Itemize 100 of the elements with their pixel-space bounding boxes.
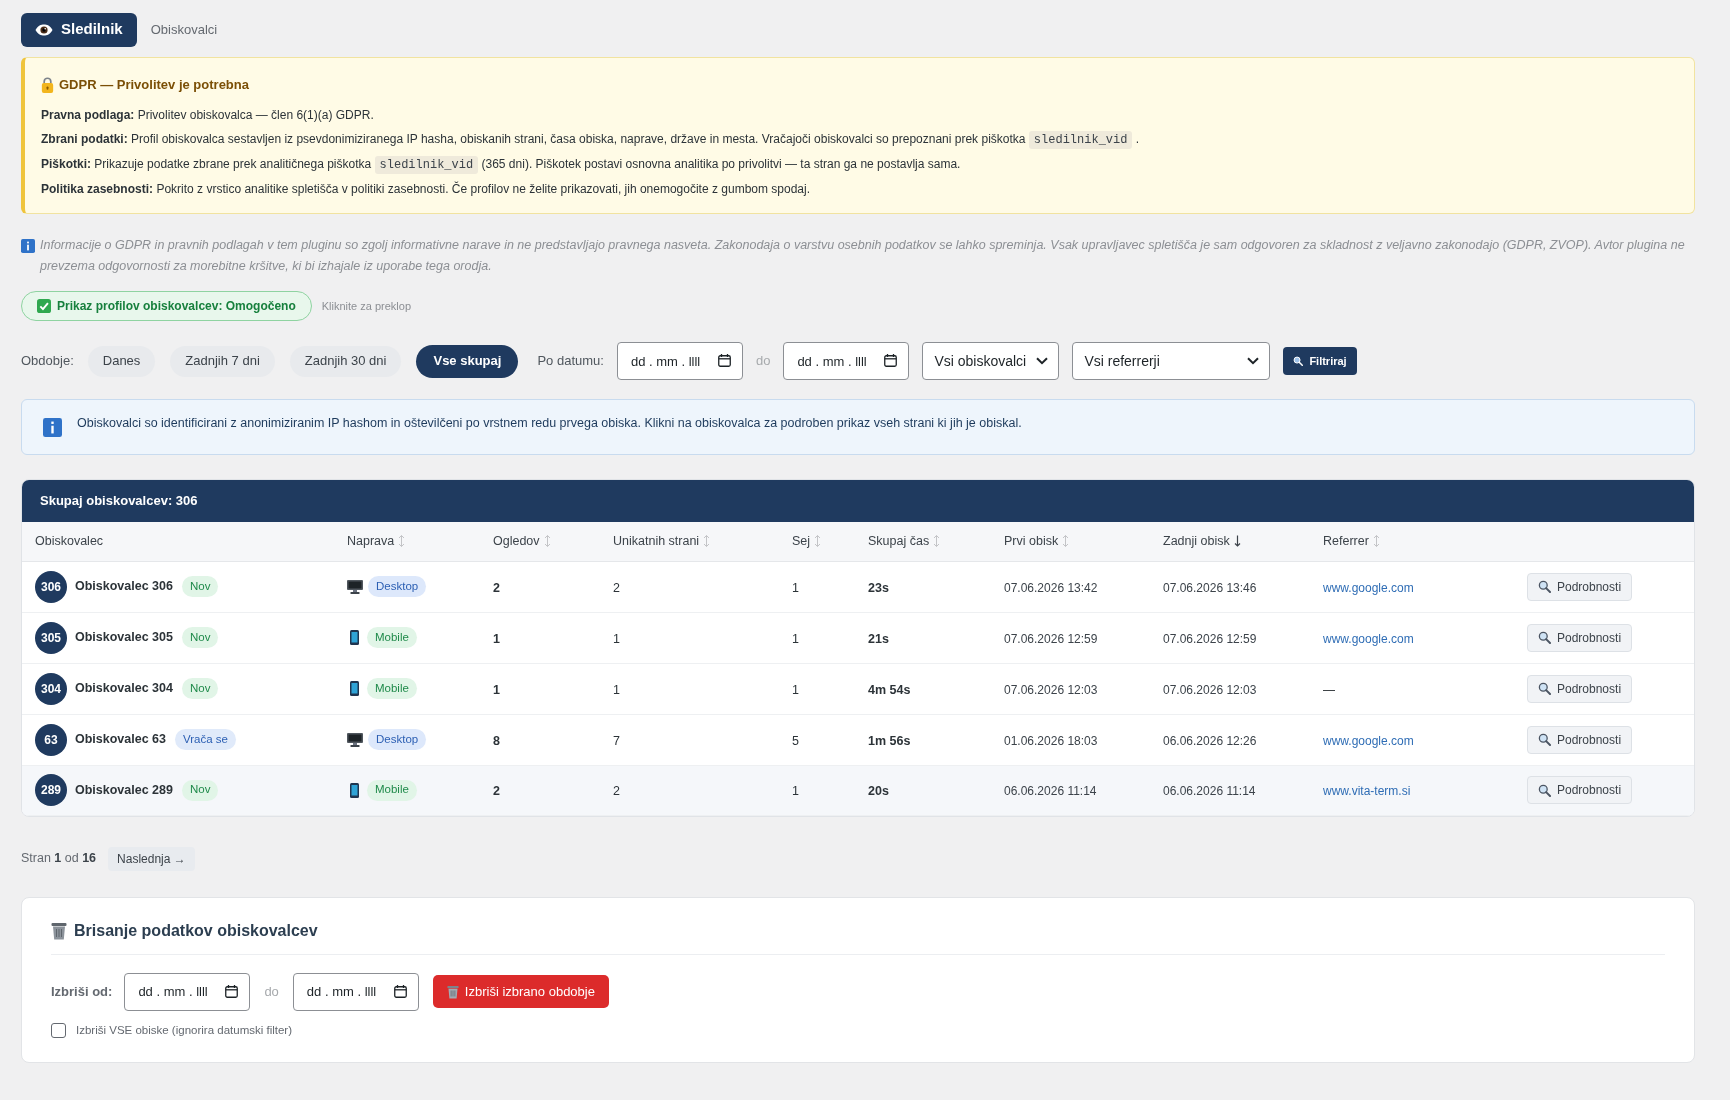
visitor-name[interactable]: Obiskovalec 304 bbox=[75, 679, 173, 698]
date-from-field[interactable]: dd . mm . llll bbox=[616, 342, 743, 380]
visitor-name[interactable]: Obiskovalec 306 bbox=[75, 577, 173, 596]
views-count: 2 bbox=[493, 784, 500, 798]
unique-pages-count: 2 bbox=[613, 580, 620, 595]
column-header[interactable]: Zadnji obisk bbox=[1163, 531, 1230, 551]
phone-icon bbox=[350, 630, 359, 645]
status-badge: Nov bbox=[182, 627, 219, 648]
table-row[interactable]: 63 Obiskovalec 63 Vrača se Desktop 8 7 5 1m 56s 01.06.2026 18:03 06.06.2026 12:26 www.google.com Podrobnosti bbox=[22, 714, 1694, 765]
referrer-link[interactable]: www.google.com bbox=[1323, 733, 1414, 748]
search-icon bbox=[1293, 356, 1304, 366]
eye-icon bbox=[35, 23, 53, 36]
calendar-icon bbox=[884, 354, 898, 367]
period-button[interactable]: Zadnjih 30 dni bbox=[289, 345, 402, 377]
disclaimer-text: Informacije o GDPR in pravnih podlagah v tem pluginu so zgolj informativne narave in ne predstavljajo pravnega nasveta. Zakonodaja o varstvu osebnih podatkov se lahko spreminja. Vsak upravljavec spletišča je sam odgovoren za skladnost z veljavno zakonodajo (GDPR, ZVOP). Avtor plugina ne prevzema odgovornosti za morebitne kršitve, ki bi izhajale iz uporabe tega orodja. bbox=[40, 237, 1686, 275]
total-time: 4m 54s bbox=[868, 682, 911, 697]
unique-pages-count: 1 bbox=[613, 682, 620, 697]
details-button[interactable]: Podrobnosti bbox=[1527, 725, 1633, 754]
period-button[interactable]: Zadnjih 7 dni bbox=[170, 345, 275, 377]
info-text: Obiskovalci so identificirani z anonimiziranim IP hashom in oštevilčeni po vrstnem redu prvega obiska. Klikni na obiskovalca za podroben prikaz vseh strani ki jih je obiskal. bbox=[77, 415, 1022, 433]
visitor-number-avatar: 289 bbox=[35, 774, 67, 806]
chevron-down-icon bbox=[1247, 357, 1260, 365]
page-indicator: Stran 1 od 16 bbox=[21, 850, 97, 868]
tab[interactable]: Obiskovalci bbox=[148, 12, 220, 47]
referrer-select[interactable]: Vsi referrerji bbox=[1072, 342, 1271, 380]
tab[interactable]: Sledilnik bbox=[21, 12, 137, 47]
delete-to-field[interactable]: dd . mm . llll bbox=[292, 972, 419, 1011]
column-header[interactable]: Skupaj čas bbox=[868, 531, 930, 551]
device-badge: Mobile bbox=[367, 627, 417, 648]
panel-title: Brisanje podatkov obiskovalcev bbox=[74, 920, 318, 941]
date-to-field[interactable]: dd . mm . llll bbox=[783, 342, 910, 380]
search-icon bbox=[1538, 580, 1551, 593]
period-button[interactable]: Danes bbox=[87, 345, 156, 377]
unique-pages-count: 1 bbox=[613, 631, 620, 646]
referrer-link[interactable]: www.vita-term.si bbox=[1323, 784, 1411, 798]
first-visit-date: 07.06.2026 13:42 bbox=[1004, 580, 1098, 595]
views-count: 8 bbox=[493, 733, 500, 748]
trash-can-icon bbox=[51, 921, 67, 940]
referrer-link[interactable]: www.google.com bbox=[1323, 631, 1414, 646]
visitor-number-avatar: 306 bbox=[35, 570, 67, 603]
unique-pages-count: 7 bbox=[613, 733, 620, 748]
column-header[interactable]: Prvi obisk bbox=[1004, 531, 1059, 551]
date-separator: do bbox=[264, 982, 279, 1001]
last-visit-date: 06.06.2026 11:14 bbox=[1163, 784, 1256, 798]
details-button[interactable]: Podrobnosti bbox=[1527, 776, 1633, 804]
period-button[interactable]: Vse skupaj bbox=[416, 344, 519, 378]
last-visit-date: 07.06.2026 12:59 bbox=[1163, 631, 1257, 646]
visitor-name[interactable]: Obiskovalec 305 bbox=[75, 628, 173, 647]
notice-title: GDPR — Privolitev je potrebna bbox=[59, 76, 249, 95]
next-page-button[interactable]: Naslednja → bbox=[108, 846, 195, 871]
details-button[interactable]: Podrobnosti bbox=[1527, 674, 1633, 703]
delete-from-field[interactable]: dd . mm . llll bbox=[124, 972, 251, 1011]
trash-can-icon bbox=[446, 984, 459, 999]
table-row[interactable]: 305 Obiskovalec 305 Nov Mobile 1 1 1 21s 07.06.2026 12:59 07.06.2026 12:59 www.google.com Podrobnosti bbox=[22, 612, 1694, 663]
column-header[interactable]: Referrer bbox=[1323, 531, 1369, 551]
table-row[interactable]: 306 Obiskovalec 306 Nov Desktop 2 2 1 23s 07.06.2026 13:42 07.06.2026 13:46 www.google.com Podrobnosti bbox=[22, 561, 1694, 612]
details-button[interactable]: Podrobnosti bbox=[1527, 572, 1633, 601]
filter-button[interactable]: Filtriraj bbox=[1283, 347, 1357, 375]
delete-from-label: Izbriši od: bbox=[51, 982, 113, 1001]
column-header[interactable]: Ogledov bbox=[493, 531, 540, 551]
details-button[interactable]: Podrobnosti bbox=[1527, 623, 1633, 652]
monitor-icon bbox=[347, 579, 363, 594]
first-visit-date: 01.06.2026 18:03 bbox=[1004, 733, 1098, 748]
profile-display-toggle[interactable]: Prikaz profilov obiskovalcev: Omogočeno bbox=[21, 291, 312, 321]
notice-line: Zbrani podatki: Profil obiskovalca sestavljen iz psevdonimiziranega IP hasha, obiskanih strani, časa obiska, naprave, države in mesta. Vračajoči obiskovalci so prepoznani prek piškotka sledilnik_vid . bbox=[41, 131, 1141, 149]
monitor-icon bbox=[347, 732, 363, 747]
visitor-name[interactable]: Obiskovalec 63 bbox=[75, 730, 167, 749]
visitor-select[interactable]: Vsi obiskovalci bbox=[922, 342, 1060, 380]
referrer-empty: — bbox=[1323, 682, 1335, 697]
date-label: Po datumu: bbox=[537, 352, 604, 371]
total-time: 23s bbox=[868, 580, 889, 595]
table-row[interactable]: 304 Obiskovalec 304 Nov Mobile 1 1 1 4m 54s 07.06.2026 12:03 07.06.2026 12:03 — Podrobnosti bbox=[22, 663, 1694, 714]
calendar-icon bbox=[225, 984, 239, 998]
referrer-link[interactable]: www.google.com bbox=[1323, 580, 1414, 595]
sessions-count: 1 bbox=[792, 631, 799, 646]
visitor-name[interactable]: Obiskovalec 289 bbox=[75, 780, 173, 800]
delete-all-label: Izbriši VSE obiske (ignorira datumski filter) bbox=[76, 1022, 292, 1038]
delete-period-button[interactable]: Izbriši izbrano obdobje bbox=[432, 975, 609, 1008]
search-icon bbox=[1538, 783, 1551, 797]
status-badge: Nov bbox=[182, 779, 219, 801]
search-icon bbox=[1538, 733, 1551, 746]
first-visit-date: 07.06.2026 12:03 bbox=[1004, 682, 1098, 697]
toggle-hint: Kliknite za preklop bbox=[321, 298, 411, 314]
search-icon bbox=[1538, 682, 1551, 695]
period-label: Obdobje: bbox=[21, 352, 74, 371]
sessions-count: 1 bbox=[792, 580, 799, 595]
table-row[interactable]: 289 Obiskovalec 289 Nov Mobile 2 2 1 20s 06.06.2026 11:14 06.06.2026 11:14 www.vita-term.si Podrobnosti bbox=[22, 765, 1694, 815]
column-header: Obiskovalec bbox=[35, 532, 104, 550]
checkbox-checked-icon bbox=[37, 299, 51, 313]
notice-line: Politika zasebnosti: Pokrito z vrstico analitike spletišča v politiki zasebnosti. Če profilov ne želite prikazovati, jih onemogočite z gumbom spodaj. bbox=[41, 181, 811, 198]
column-header[interactable]: Unikatnih strani bbox=[613, 531, 700, 551]
status-badge: Nov bbox=[182, 576, 219, 597]
visitor-number-avatar: 304 bbox=[35, 672, 67, 705]
notice-line: Pravna podlaga: Privolitev obiskovalca — člen 6(1)(a) GDPR. bbox=[41, 107, 375, 124]
checkbox[interactable] bbox=[51, 1022, 66, 1038]
column-header[interactable]: Naprava bbox=[347, 531, 395, 551]
first-visit-date: 07.06.2026 12:59 bbox=[1004, 631, 1098, 646]
visitor-number-avatar: 63 bbox=[35, 723, 67, 756]
calendar-icon bbox=[717, 354, 731, 367]
column-header[interactable]: Sej bbox=[792, 531, 811, 551]
